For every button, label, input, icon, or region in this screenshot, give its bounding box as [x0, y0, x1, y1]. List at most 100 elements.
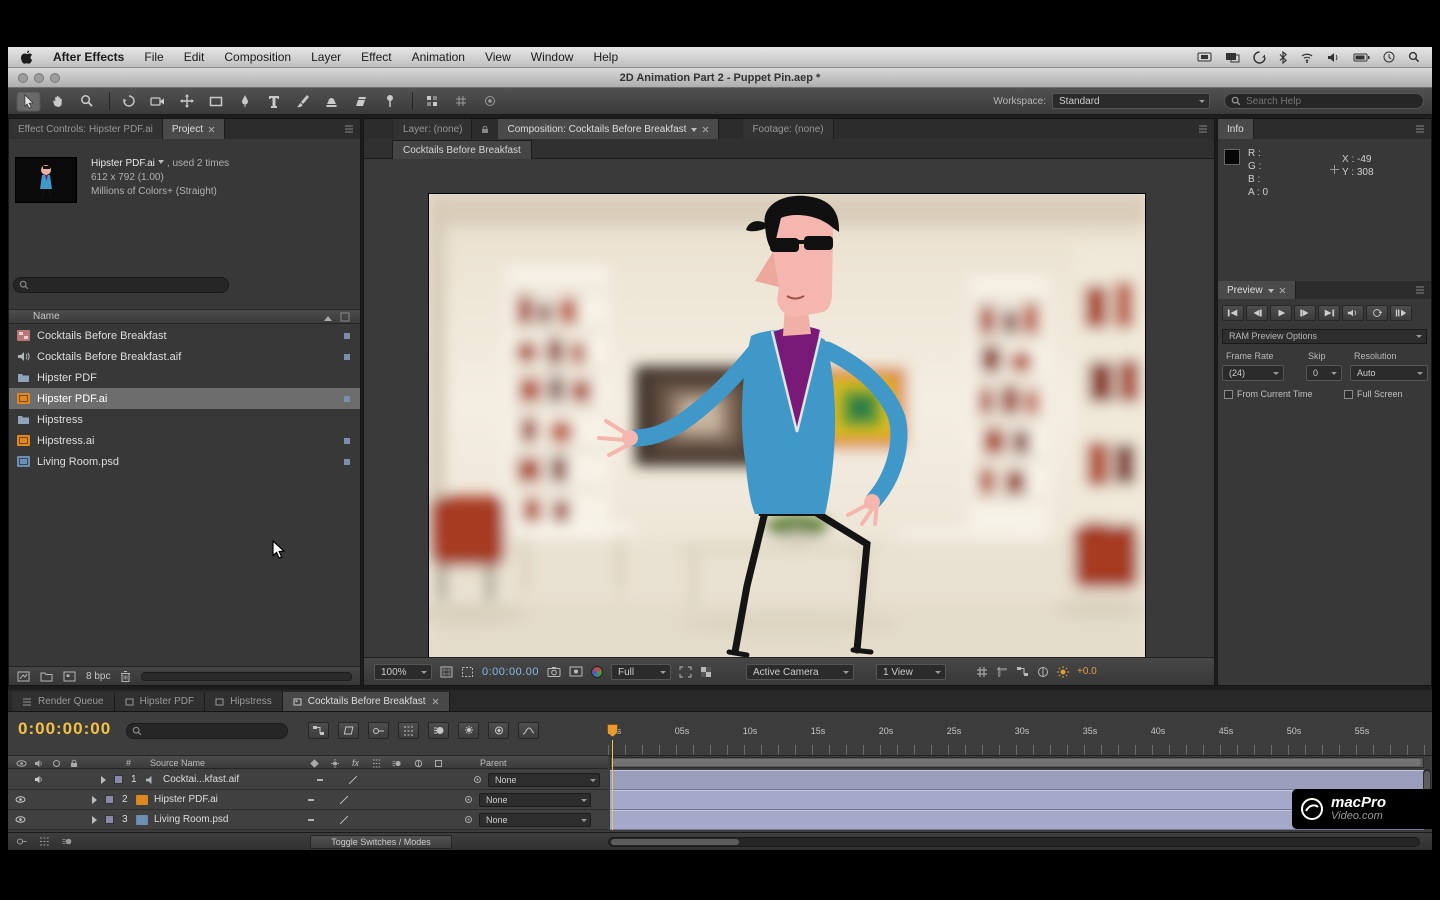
motion-blur-button[interactable] [428, 722, 449, 739]
menu-item-file[interactable]: File [144, 50, 163, 64]
grid-guides-icon[interactable] [976, 666, 988, 678]
play-button[interactable] [1270, 305, 1292, 321]
wifi-icon[interactable] [1300, 52, 1314, 63]
comp-mini-flowchart-button[interactable] [308, 722, 329, 739]
panel-menu-icon[interactable] [1415, 286, 1425, 294]
quality-switch[interactable] [308, 799, 314, 801]
project-item[interactable]: Hipstress.ai [9, 430, 360, 451]
snapshot-options-button[interactable] [477, 91, 502, 112]
chevron-down-icon[interactable] [691, 128, 697, 135]
effects-switch[interactable] [340, 796, 348, 804]
menu-item-layer[interactable]: Layer [311, 50, 341, 64]
window-minimize-button[interactable] [34, 73, 44, 83]
menu-item-help[interactable]: Help [593, 50, 618, 64]
menu-item-window[interactable]: Window [531, 50, 574, 64]
ram-preview-options-dropdown[interactable]: RAM Preview Options [1222, 329, 1427, 344]
menu-item-view[interactable]: View [485, 50, 511, 64]
search-help-field[interactable] [1224, 93, 1424, 109]
tab-info[interactable]: Info [1218, 119, 1254, 139]
current-time-display[interactable]: 0:00:00:00 [18, 719, 111, 739]
expand-arrow-icon[interactable] [101, 776, 110, 784]
draft-3d-button[interactable] [338, 722, 359, 739]
motion-blur-toggle-icon[interactable] [62, 837, 73, 846]
selection-tool[interactable] [16, 91, 41, 112]
tab-composition[interactable]: Composition: Cocktails Before Breakfast [498, 119, 719, 139]
window-close-button[interactable] [18, 73, 28, 83]
audio-on-icon[interactable] [34, 775, 43, 784]
pan-behind-tool[interactable] [174, 91, 199, 112]
grid-options-button[interactable] [448, 91, 473, 112]
video-on-icon[interactable] [15, 815, 26, 824]
timeline-horizontal-scrollbar[interactable] [608, 837, 1420, 847]
frame-blending-button[interactable] [398, 722, 419, 739]
pixel-aspect-icon[interactable] [1037, 666, 1049, 678]
transparency-grid-icon[interactable] [700, 666, 712, 678]
camera-view-dropdown[interactable]: Active Camera [746, 664, 854, 680]
project-list-header[interactable]: Name [9, 309, 360, 324]
layer-name[interactable]: Cocktai...kfast.aif [163, 774, 303, 785]
chevron-down-icon[interactable] [1268, 289, 1274, 296]
mini-flowchart-icon[interactable] [1016, 666, 1029, 677]
volume-icon[interactable] [1327, 52, 1340, 63]
skip-dropdown[interactable]: 0 [1306, 365, 1342, 381]
menu-item-effect[interactable]: Effect [361, 50, 391, 64]
displays-icon[interactable] [1225, 52, 1240, 63]
tab-cocktails-before-breakfast[interactable]: Cocktails Before Breakfast [283, 692, 450, 711]
footage-name[interactable]: Hipster PDF.ai [91, 158, 155, 169]
time-ruler[interactable]: 00s 05s 10s 15s 20s 25s 30s 35s 40s 45s … [608, 712, 1432, 756]
expand-arrow-icon[interactable] [92, 796, 101, 804]
effects-switch[interactable] [340, 816, 348, 824]
project-search-field[interactable] [13, 277, 229, 293]
close-icon[interactable] [208, 126, 215, 133]
viewer-lock-icon[interactable] [480, 125, 490, 134]
quality-switch[interactable] [308, 819, 314, 821]
viewer-timecode[interactable]: 0:00:00.00 [482, 666, 539, 678]
mask-shape-tool[interactable] [203, 91, 228, 112]
label-color-box[interactable] [105, 795, 114, 804]
search-help-input[interactable] [1246, 96, 1396, 107]
shy-toggle-icon[interactable] [16, 837, 27, 846]
menu-item-after-effects[interactable]: After Effects [53, 50, 124, 64]
audio-toggle-button[interactable] [1342, 305, 1364, 321]
first-frame-button[interactable] [1222, 305, 1244, 321]
show-snapshot-icon[interactable] [569, 666, 583, 677]
hand-tool[interactable] [45, 91, 70, 112]
tab-hipster-pdf[interactable]: Hipster PDF [115, 692, 205, 711]
layer-row-3[interactable]: 3 Living Room.psd None [8, 810, 608, 830]
project-horizontal-scrollbar[interactable] [141, 672, 352, 681]
checkbox-icon[interactable] [1344, 390, 1353, 399]
project-item[interactable]: Cocktails Before Breakfast.aif [9, 346, 360, 367]
exposure-icon[interactable] [1057, 666, 1069, 678]
current-time-indicator-line[interactable] [612, 740, 613, 830]
expand-arrow-icon[interactable] [92, 816, 101, 824]
spotlight-icon[interactable] [1408, 51, 1420, 63]
bluetooth-icon[interactable] [1279, 51, 1287, 64]
resolution-preview-dropdown[interactable]: Auto [1350, 365, 1428, 381]
apple-menu-icon[interactable] [20, 50, 33, 65]
parent-column[interactable]: Parent [480, 758, 507, 768]
pen-tool[interactable] [232, 91, 257, 112]
comp-name-tab[interactable]: Cocktails Before Breakfast [392, 140, 532, 159]
sort-arrow-icon[interactable] [324, 312, 332, 321]
project-item-selected[interactable]: Hipster PDF.ai [9, 388, 360, 409]
parent-dropdown[interactable]: None [488, 773, 600, 787]
snapshot-icon[interactable] [547, 666, 561, 677]
rotation-tool[interactable] [116, 91, 141, 112]
previous-frame-button[interactable] [1246, 305, 1268, 321]
tab-preview[interactable]: Preview [1218, 281, 1296, 299]
show-channel-icon[interactable] [591, 666, 603, 678]
mask-visibility-icon[interactable] [461, 666, 474, 678]
region-of-interest-icon[interactable] [679, 666, 692, 678]
resolution-dropdown[interactable]: Full [611, 664, 671, 680]
tab-effect-controls[interactable]: Effect Controls: Hipster PDF.ai [9, 119, 163, 139]
new-folder-icon[interactable] [40, 671, 53, 682]
project-item[interactable]: Cocktails Before Breakfast [9, 325, 360, 346]
clone-stamp-tool[interactable] [319, 91, 344, 112]
tab-render-queue[interactable]: Render Queue [12, 692, 115, 711]
quality-switch[interactable] [317, 779, 323, 781]
close-icon[interactable] [702, 126, 709, 133]
tab-project[interactable]: Project [163, 119, 225, 139]
layer-row-1[interactable]: 1 Cocktai...kfast.aif None [8, 770, 608, 790]
ram-preview-button[interactable] [1390, 305, 1412, 321]
menu-item-composition[interactable]: Composition [224, 50, 291, 64]
